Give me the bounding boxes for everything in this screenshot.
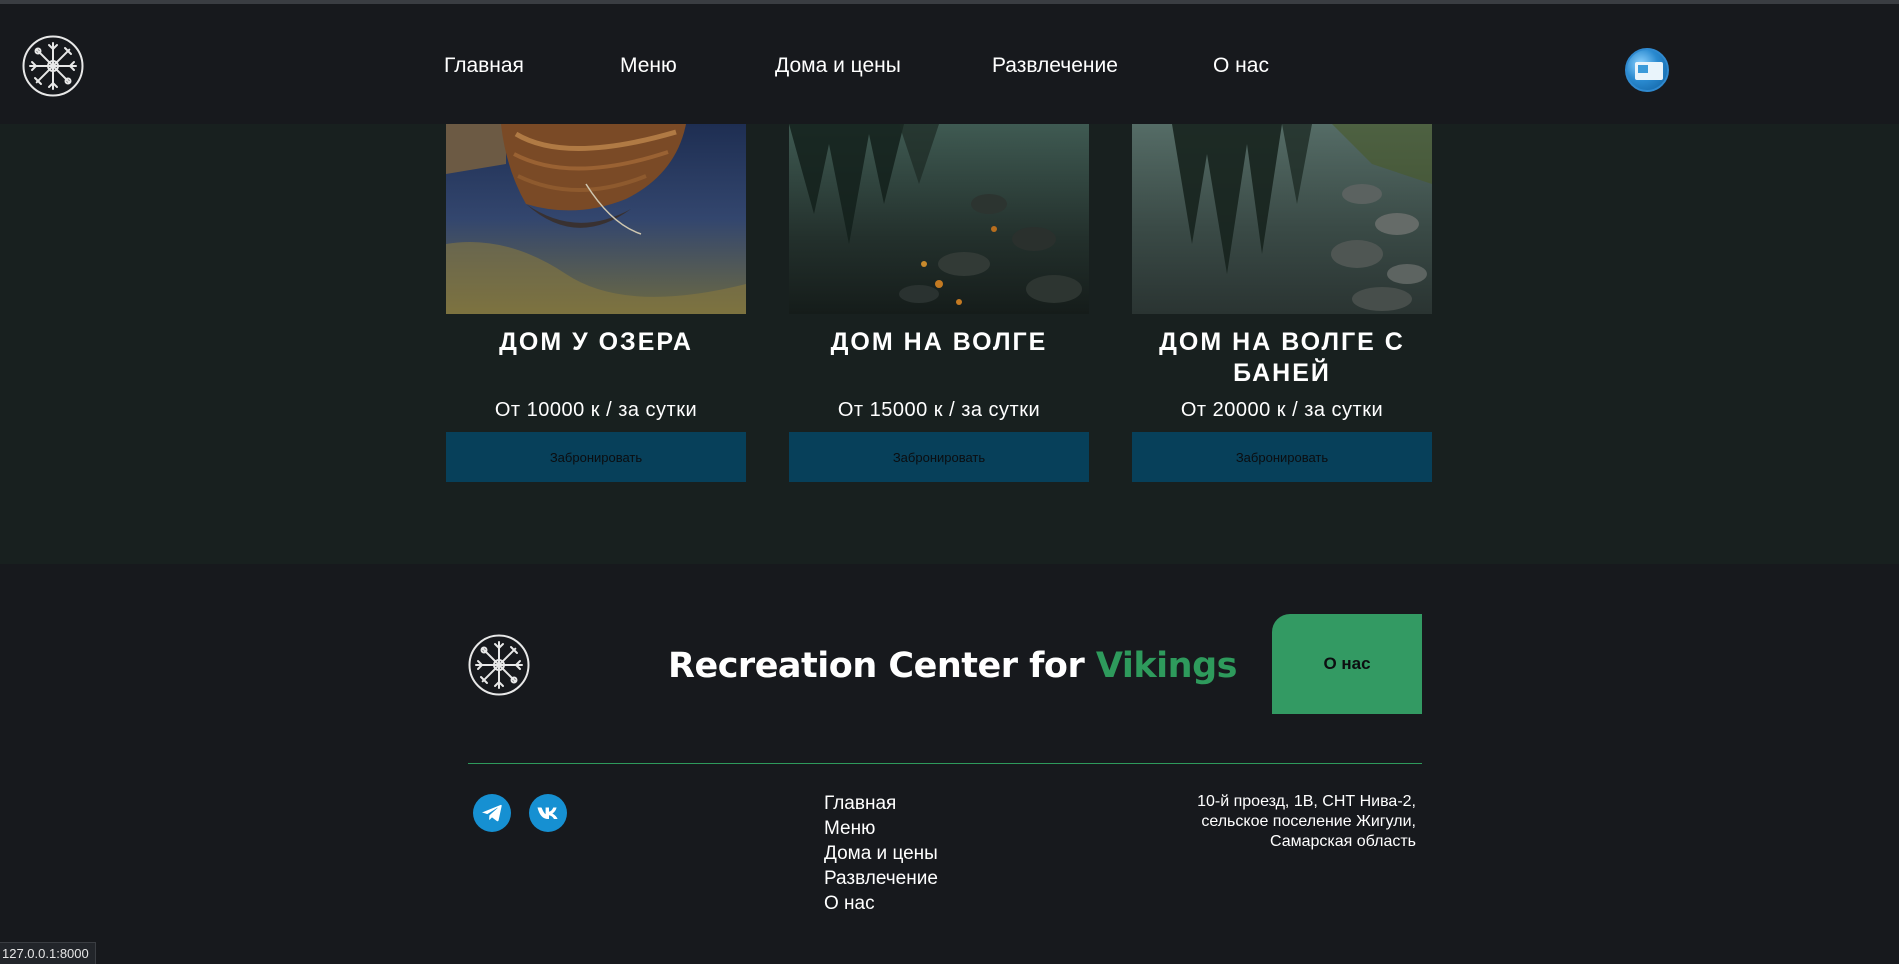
lake-stones-reflection-photo <box>1132 124 1432 314</box>
browser-status-url: 127.0.0.1:8000 <box>0 942 96 964</box>
book-button[interactable]: Забронировать <box>446 432 746 482</box>
nav-entertainment[interactable]: Развлечение <box>992 54 1118 78</box>
nav-houses-prices[interactable]: Дома и цены <box>775 54 901 78</box>
brand-accent: Vikings <box>1095 646 1238 686</box>
footer-nav-menu[interactable]: Меню <box>824 816 938 841</box>
site-footer: Recreation Center for Vikings О нас Глав… <box>0 564 1899 964</box>
house-title: ДОМ НА ВОЛГЕ <box>830 328 1048 356</box>
house-title: ДОМ НА ВОЛГЕ С БАНЕЙ <box>1159 328 1405 387</box>
forest-lake-reflection-photo <box>789 124 1089 314</box>
footer-address: 10-й проезд, 1В, СНТ Нива-2, сельское по… <box>1130 792 1416 852</box>
house-card-lake: ДОМ У ОЗЕРА От 10000 к / за сутки Заброн… <box>446 124 746 482</box>
footer-nav-about[interactable]: О нас <box>824 891 938 916</box>
nav-menu[interactable]: Меню <box>620 54 677 78</box>
user-avatar-icon[interactable] <box>1625 48 1669 92</box>
house-price: От 15000 к / за сутки <box>837 399 1041 421</box>
footer-nav-entertainment[interactable]: Развлечение <box>824 866 938 891</box>
house-card-volga: ДОМ НА ВОЛГЕ От 15000 к / за сутки Забро… <box>789 124 1089 482</box>
viking-boat-photo <box>446 124 746 314</box>
book-button[interactable]: Забронировать <box>1132 432 1432 482</box>
footer-nav-home[interactable]: Главная <box>824 791 938 816</box>
vegvisir-logo-icon[interactable] <box>468 634 530 696</box>
book-button[interactable]: Забронировать <box>789 432 1089 482</box>
vk-icon[interactable] <box>529 794 567 832</box>
nav-about[interactable]: О нас <box>1213 54 1269 78</box>
about-button[interactable]: О нас <box>1272 614 1422 714</box>
site-header: Главная Меню Дома и цены Развлечение О н… <box>0 4 1899 124</box>
address-line: Самарская область <box>1269 833 1416 850</box>
brand-title: Recreation Center for Vikings <box>668 646 1237 686</box>
house-price: От 10000 к / за сутки <box>494 399 698 421</box>
house-card-volga-banya: ДОМ НА ВОЛГЕ С БАНЕЙ От 20000 к / за сут… <box>1132 124 1432 482</box>
house-title: ДОМ У ОЗЕРА <box>499 328 693 356</box>
nav-home[interactable]: Главная <box>444 54 524 78</box>
address-line: сельское поселение Жигули, <box>1201 813 1416 830</box>
houses-section: ДОМ У ОЗЕРА От 10000 к / за сутки Заброн… <box>0 124 1899 564</box>
footer-nav: Главная Меню Дома и цены Развлечение О н… <box>824 791 938 916</box>
house-price: От 20000 к / за сутки <box>1180 399 1384 421</box>
telegram-icon[interactable] <box>473 794 511 832</box>
address-line: 10-й проезд, 1В, СНТ Нива-2, <box>1197 793 1416 810</box>
main-nav: Главная Меню Дома и цены Развлечение О н… <box>0 54 1899 88</box>
footer-divider <box>468 763 1422 764</box>
footer-nav-houses-prices[interactable]: Дома и цены <box>824 841 938 866</box>
brand-text: Recreation Center for <box>668 646 1096 686</box>
